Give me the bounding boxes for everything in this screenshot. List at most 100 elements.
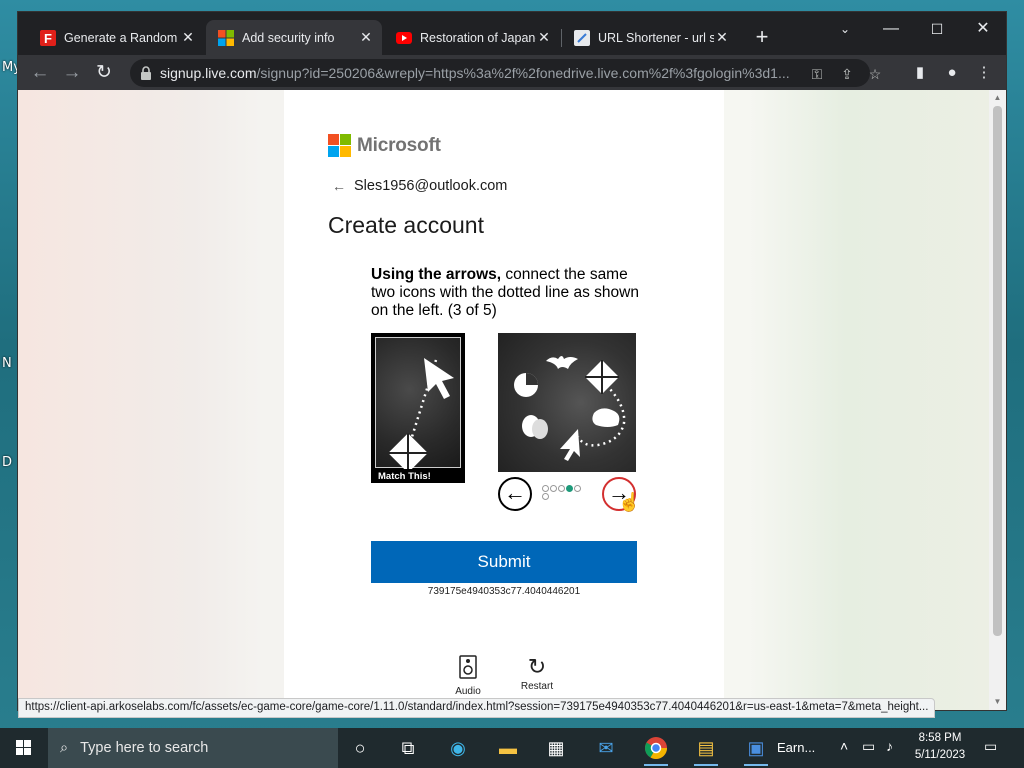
new-tab-button[interactable]: + <box>750 26 774 50</box>
captcha-puzzle-image <box>498 333 636 472</box>
hippo-icon <box>592 408 620 427</box>
taskbar-search[interactable]: ⌕ Type here to search <box>48 728 338 768</box>
search-placeholder: Type here to search <box>80 740 209 756</box>
pager-dot <box>550 485 557 492</box>
taskbar-clock[interactable]: 8:58 PM 5/11/2023 <box>908 730 972 764</box>
clock-time: 8:58 PM <box>918 732 962 744</box>
minimize-button[interactable]: — <box>868 16 914 42</box>
tab-search-icon[interactable]: ⌄ <box>822 16 868 42</box>
page-scrollbar[interactable]: ▲ ▼ <box>989 90 1006 710</box>
session-id: 739175e4940353c77.4040446201 <box>427 586 581 597</box>
close-icon[interactable]: ✕ <box>714 29 730 46</box>
page-viewport: Microsoft ← Sles1956@outlook.com Create … <box>18 90 991 710</box>
pager-dot <box>574 485 581 492</box>
browser-window: F Generate a Random N ✕ Add security inf… <box>17 11 1007 718</box>
tab-add-security-info[interactable]: Add security info ✕ <box>206 20 382 55</box>
instructions-bold: Using the arrows, <box>371 266 502 283</box>
hand-cursor-icon: ☝ <box>618 492 641 512</box>
address-bar[interactable]: signup.live.com/signup?id=250206&wreply=… <box>130 59 881 87</box>
chevron-up-icon[interactable]: ˄ <box>840 738 848 754</box>
mail-icon[interactable]: ✉ <box>586 732 626 764</box>
url-path: /signup?id=250206&wreply=https%3a%2f%2fo… <box>256 65 790 81</box>
back-arrow-icon[interactable]: ← <box>332 178 346 194</box>
tab-url-shortener[interactable]: URL Shortener - url sh ✕ <box>562 20 738 55</box>
speaker-icon <box>443 655 493 684</box>
edge-icon[interactable]: ◉ <box>438 732 478 764</box>
notification-icon[interactable]: ▭ <box>984 738 997 755</box>
audio-button[interactable]: Audio <box>443 655 493 697</box>
match-example-image <box>375 337 461 473</box>
tab-title: Restoration of Japanese <box>420 30 536 45</box>
store-icon[interactable]: ▦ <box>536 732 576 764</box>
link-icon <box>574 29 590 46</box>
tab-title: Generate a Random N <box>64 30 180 45</box>
network-icon[interactable]: ▭ <box>862 738 875 755</box>
match-label: Match This! <box>378 471 431 482</box>
chrome-icon[interactable] <box>636 732 676 766</box>
start-button[interactable] <box>0 728 48 768</box>
maximize-button[interactable]: ☐ <box>914 16 960 42</box>
audio-label: Audio <box>455 686 481 697</box>
tab-title: Add security info <box>242 30 335 45</box>
restart-button[interactable]: ↻ Restart <box>512 655 562 693</box>
tab-restoration-video[interactable]: Restoration of Japanese ✕ <box>384 20 560 55</box>
svg-text:F: F <box>44 31 52 46</box>
identity-email: Sles1956@outlook.com <box>354 178 508 194</box>
page-title: Create account <box>328 212 484 238</box>
submit-button[interactable]: Submit <box>371 541 637 583</box>
scroll-thumb[interactable] <box>993 106 1002 636</box>
back-icon[interactable]: ← <box>27 60 53 86</box>
close-icon[interactable]: ✕ <box>358 29 374 46</box>
close-icon[interactable]: ✕ <box>180 29 196 46</box>
microsoft-logo: Microsoft <box>328 134 441 157</box>
bookmark-star-icon[interactable]: ☆ <box>864 63 886 85</box>
restart-label: Restart <box>520 681 554 692</box>
menu-icon[interactable]: ⋮ <box>972 61 996 85</box>
pager-dot <box>542 493 549 500</box>
reload-icon[interactable]: ↻ <box>91 60 117 86</box>
share-icon[interactable]: ⇪ <box>836 63 858 85</box>
pager-dot <box>566 485 573 492</box>
side-panel-icon[interactable]: ▮ <box>908 61 932 85</box>
tab-title: URL Shortener - url sh <box>598 30 714 45</box>
envelope-icon <box>585 360 619 394</box>
file-explorer-icon[interactable]: ▬ <box>488 732 528 764</box>
close-icon[interactable]: ✕ <box>536 29 552 46</box>
close-window-button[interactable]: ✕ <box>960 16 1006 42</box>
youtube-icon <box>396 31 412 44</box>
envelope-icon <box>388 433 428 473</box>
scroll-up-icon[interactable]: ▲ <box>992 93 1003 103</box>
previous-arrow-button[interactable]: ← <box>498 477 532 511</box>
browser-toolbar: ← → ↻ signup.live.com/signup?id=250206&w… <box>18 55 1006 90</box>
cursor-arrow-icon <box>424 358 454 399</box>
tab-random-generator[interactable]: F Generate a Random N ✕ <box>28 20 204 55</box>
status-bar-url: https://client-api.arkoselabs.com/fc/ass… <box>18 698 936 718</box>
captcha-instructions: Using the arrows, connect the same two i… <box>371 266 646 320</box>
search-icon: ⌕ <box>60 740 69 756</box>
pie-chart-icon <box>514 373 538 397</box>
pager-dot <box>558 485 565 492</box>
match-example: Match This! <box>371 333 465 483</box>
profile-icon[interactable]: ● <box>940 61 964 85</box>
signup-card: Microsoft ← Sles1956@outlook.com Create … <box>284 90 724 710</box>
brand-name: Microsoft <box>357 134 441 156</box>
scroll-down-icon[interactable]: ▼ <box>992 697 1003 707</box>
word-icon[interactable]: ▣ <box>736 732 776 766</box>
windows-logo-icon <box>16 740 31 755</box>
document-icon[interactable]: ▤ <box>686 732 726 766</box>
task-view-icon[interactable]: ⧉ <box>388 732 428 764</box>
key-icon[interactable]: ⚿ <box>806 63 828 85</box>
volume-icon[interactable]: ♪ <box>886 738 893 754</box>
microsoft-icon <box>218 29 234 46</box>
desktop-label: D <box>2 455 13 470</box>
identity-banner[interactable]: ← Sles1956@outlook.com <box>332 178 507 194</box>
bat-icon <box>546 356 578 369</box>
cortana-icon[interactable]: ○ <box>340 732 380 764</box>
pager-dot <box>542 485 549 492</box>
forward-icon[interactable]: → <box>59 60 85 86</box>
tab-strip: F Generate a Random N ✕ Add security inf… <box>18 12 1006 55</box>
url-host: signup.live.com <box>160 65 257 81</box>
lock-icon[interactable] <box>140 66 152 80</box>
running-app-label[interactable]: Earn... <box>777 728 815 768</box>
url-text: signup.live.com/signup?id=250206&wreply=… <box>160 65 800 81</box>
